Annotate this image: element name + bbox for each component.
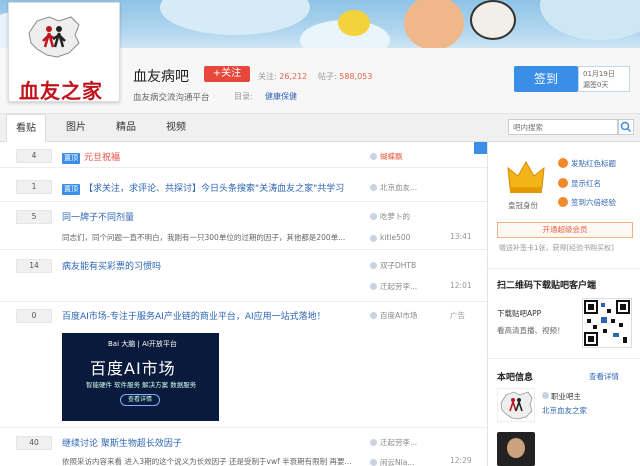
thread-excerpt: 同志们，同个问题一直不明白，我刚有一只300单位的过期的因子，其他都是200单.… <box>62 233 346 242</box>
thread-time: 13:41 <box>450 232 472 241</box>
duck-decoration <box>338 10 370 36</box>
forum-description: 血友病交流沟通平台 <box>133 93 210 103</box>
owner-role: 职业吧主 <box>542 391 581 402</box>
reply-count: 4 <box>16 149 52 163</box>
signin-days: 漏签0天 <box>583 81 609 89</box>
ad-label: 广告 <box>450 311 465 320</box>
perk-icon <box>558 197 568 207</box>
posts-stat: 帖子: 588,053 <box>318 71 372 82</box>
app-download-line: 下载贴吧APP <box>497 309 542 318</box>
owner-role-icon <box>542 392 549 399</box>
perk-red-title: 发贴红色标题 <box>558 158 616 169</box>
app-download-sub: 看高清直播、视频！ <box>497 326 565 335</box>
ad-title: 百度AI市场 <box>90 359 176 378</box>
china-map-icon <box>28 16 80 58</box>
reply-count: 5 <box>16 210 52 224</box>
forum-logo: 血友之家 <box>8 2 120 103</box>
last-replier[interactable]: 闲云Nla... <box>370 457 414 466</box>
ad-button[interactable]: 查看详情 <box>120 394 160 406</box>
panda-decoration <box>470 0 516 40</box>
ad-brand: Bai 大脑 | AI开放平台 <box>108 340 177 348</box>
perk-red-name: 显示红名 <box>558 178 601 189</box>
posts-label: 帖子: <box>318 72 337 81</box>
crown-label: 皇冠身份 <box>508 201 538 210</box>
posts-count: 588,053 <box>339 72 373 81</box>
thread-row[interactable] <box>0 250 487 302</box>
forum-search-input[interactable] <box>508 119 618 135</box>
last-replier[interactable]: kitle500 <box>370 233 410 242</box>
thread-title[interactable]: 同一牌子不同剂量 <box>62 210 134 223</box>
thread-author[interactable]: 迁起劳李... <box>370 437 417 448</box>
reply-count: 0 <box>16 309 52 323</box>
cloud-decoration <box>540 0 640 40</box>
followers-stat: 关注: 26,212 <box>258 71 307 82</box>
perk-signin-exp: 签到六倍经验 <box>558 197 616 208</box>
thread-title[interactable]: 百度AI市场-专注于服务AI产业链的商业平台，AI应用一站式落地！ <box>62 309 362 322</box>
thread-author[interactable]: 北京血友... <box>370 182 417 193</box>
thread-author[interactable]: 吃萝卜的 <box>370 211 410 222</box>
owner-avatar[interactable] <box>497 388 535 422</box>
thread-author[interactable]: 蝴蝶飘 <box>370 151 403 162</box>
face-shape <box>507 438 525 458</box>
sidebar-divider <box>487 358 640 359</box>
thread-time: 12:29 <box>450 456 472 465</box>
pinned-tag: 置顶 <box>62 184 80 195</box>
category-label: 目录: <box>234 92 253 101</box>
reply-count: 14 <box>16 259 52 273</box>
perk-icon <box>558 158 568 168</box>
app-download-title: 扫二维码下载贴吧客户端 <box>497 281 597 291</box>
thread-title[interactable]: 病友能有买彩票的习惯吗 <box>62 259 161 272</box>
member-button[interactable]: 开通超级会员 <box>497 222 633 238</box>
search-icon <box>620 121 632 133</box>
crown-icon <box>507 160 545 193</box>
reply-count: 1 <box>16 180 52 194</box>
thread-time: 12:01 <box>450 281 472 290</box>
pinned-tag: 置顶 <box>62 153 80 164</box>
perk-icon <box>558 178 568 188</box>
sidebar-divider <box>487 268 640 269</box>
search-button[interactable] <box>618 119 634 135</box>
china-map-icon <box>500 391 533 420</box>
followers-label: 关注: <box>258 72 277 81</box>
signin-info: 01月19日 漏签0天 <box>578 66 630 92</box>
thread-author[interactable]: 百度AI市场 <box>370 310 417 321</box>
signin-button[interactable]: 签到 <box>514 66 578 92</box>
ad-subtitle: 智能硬件 软件服务 解决方案 数据服务 <box>86 381 197 389</box>
thread-title[interactable]: 置顶 【求关注，求评论、共探讨】今日头条搜索"关涛血友之家"共学习 <box>62 181 362 195</box>
reply-count: 40 <box>16 436 52 450</box>
tab-images[interactable]: 图片 <box>56 114 96 142</box>
bear-decoration <box>404 0 464 48</box>
ad-image[interactable]: Bai 大脑 | AI开放平台 百度AI市场 智能硬件 软件服务 解决方案 数据… <box>62 333 219 421</box>
follow-button[interactable]: +关注 <box>204 66 250 82</box>
thread-excerpt: 依照采访内容来看 进入3期的这个说义为长效因子 还是受制于vwf 半衰期有限制 … <box>62 457 352 466</box>
member-avatar[interactable] <box>497 432 535 466</box>
forum-title: 血友病吧 <box>133 69 189 85</box>
logo-text: 血友之家 <box>19 79 103 103</box>
tab-featured[interactable]: 精品 <box>106 114 146 142</box>
forum-info-title: 本吧信息 <box>497 373 534 383</box>
followers-count: 26,212 <box>279 72 308 81</box>
owner-name[interactable]: 北京血友之家 <box>542 405 587 416</box>
forum-info-link[interactable]: 查看详情 <box>589 371 619 382</box>
signin-date: 01月19日 <box>583 70 615 78</box>
qr-code-icon <box>584 300 630 346</box>
last-replier[interactable]: 迁起劳李... <box>370 281 417 292</box>
thread-author[interactable]: 双子DHTB <box>370 260 416 271</box>
thread-title[interactable]: 继续讨论 聚斯生物超长效因子 <box>62 436 182 449</box>
category-link[interactable]: 健康保健 <box>265 91 297 102</box>
tab-videos[interactable]: 视频 <box>156 114 196 142</box>
member-note: 赠送补签卡1张，获得[经验书购买权] <box>499 244 614 252</box>
tab-posts[interactable]: 看贴 <box>6 114 46 143</box>
thread-title[interactable]: 置顶 元旦祝福 <box>62 150 120 164</box>
qr-code <box>582 298 632 348</box>
